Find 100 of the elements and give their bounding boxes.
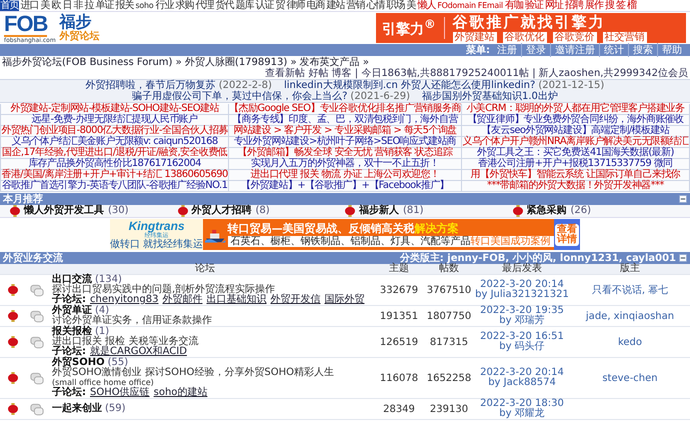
menu-link[interactable]: 搜索 (628, 43, 657, 57)
forum-link[interactable]: 出口交流 (52, 275, 92, 285)
forum-link[interactable]: 外贸单证 (52, 306, 92, 316)
forum-link[interactable]: 一起来创业 (52, 404, 102, 414)
forum-icon (30, 310, 44, 322)
forum-count: (1) (95, 327, 110, 337)
ad-slogan: 做转口 就找经纬集运 (110, 238, 204, 250)
announcement-date: (2021-12-15) (538, 80, 604, 91)
nav-link[interactable]: soho (135, 0, 154, 11)
nav-link[interactable]: 懒人 (416, 0, 436, 11)
forum-count: (55) (108, 358, 128, 368)
ad-headline: 转口贸易—美国贸易战、反倾销高关税 (228, 222, 415, 234)
announcement-link[interactable]: 外贸招聘啦，春节后万物复苏 (86, 80, 216, 91)
subforum-label: 子论坛: (52, 347, 86, 357)
menu-link[interactable]: 注册 (493, 43, 521, 57)
forum-link[interactable]: 外贸SOHO (52, 358, 105, 368)
menu-link[interactable]: 邀请注册 (550, 43, 599, 57)
collapse-icon (679, 254, 687, 262)
moderator-names[interactable]: jade, xinqiaoshan (586, 310, 674, 322)
ad-headline-highlight: 解决方案 (414, 222, 459, 234)
nav-link[interactable]: 搜 (604, 0, 614, 11)
ad-link[interactable]: 国企,17年经验,代理进出口/退税/开证/融资,安全收费低 (2, 147, 228, 158)
subforum-link[interactable]: 就是CARGOX和ACID (90, 347, 187, 357)
ad-link[interactable]: 义乌个体户开户赣州NRA离岸账户解决美元无限额结汇 (462, 136, 688, 147)
subforum-link[interactable]: 外贸邮件 (162, 295, 202, 305)
last-post-author[interactable]: by 码头仔 (499, 342, 545, 352)
nav-link[interactable]: 营销 (346, 0, 365, 11)
forum-link[interactable]: 外贸人才招聘 (192, 205, 252, 217)
nav-link[interactable]: 建站 (326, 0, 345, 11)
nav-link[interactable]: 网址 (544, 0, 564, 11)
nav-link[interactable]: 有咖 (504, 0, 524, 11)
nav-link[interactable]: 签 (615, 0, 626, 11)
ad-brand: 引擎力$^{®}$ (382, 17, 445, 39)
nav-link[interactable]: 单证 (95, 0, 114, 11)
ad-banner[interactable]: 引擎力$^{®}$ 谷歌推广就找引擎力 外贸建站 谷歌优化 谷歌竞价 社交营销 (376, 13, 686, 43)
nav-link[interactable]: 进口 (20, 0, 39, 11)
nav-link[interactable]: 榴 (626, 0, 636, 11)
ad-link[interactable]: 谷歌推广首选引擎力-英语专八团队-谷歌推广经验NO.1 (2, 180, 228, 191)
last-post-link[interactable]: 2022-3-20 18:30 (480, 399, 564, 409)
nav-link[interactable]: 欧 (51, 0, 61, 11)
moderator-names[interactable]: kedo (618, 336, 642, 348)
nav-link[interactable]: 拉 (84, 0, 94, 11)
subforum-link[interactable]: soho的建站 (154, 388, 208, 398)
nav-link[interactable]: 行业 (154, 0, 174, 11)
subforum-link[interactable]: 外贸开发信 (270, 295, 320, 305)
last-post-link[interactable]: 2022-3-20 20:14 (480, 368, 564, 378)
post-count: 1807750 (426, 310, 472, 322)
nav-link[interactable]: 代理 (194, 0, 214, 11)
nav-link[interactable]: 认证 (254, 0, 274, 11)
announcement-link[interactable]: 福步国别外贸基础知识1.0出炉 (422, 91, 558, 102)
ad-link[interactable]: 香港/美国/离岸注册+开户+审计+结汇 13860605690 (1, 169, 228, 180)
last-post-link[interactable]: 2022-3-20 20:14 (480, 280, 564, 290)
lantern-icon (8, 310, 18, 322)
last-post-link[interactable]: 2022-3-20 19:35 (480, 306, 564, 316)
logo-mark[interactable]: FOB (4, 12, 48, 36)
forum-link[interactable]: 紧急采购 (526, 205, 566, 217)
last-post-link[interactable]: 2022-3-20 16:51 (480, 332, 564, 342)
menu-link[interactable]: 统计 (599, 43, 628, 57)
menu-link[interactable]: 帮助 (657, 43, 686, 57)
last-post-author[interactable]: by 邓瑞芳 (499, 316, 545, 326)
announcement-link[interactable]: linkedin大规模限制到.cn 外贸人还能怎么使用linkedin? (284, 80, 536, 91)
forum-link[interactable]: 福步新人 (359, 205, 399, 217)
menu-label: 菜单: (466, 44, 491, 57)
forum-icon (30, 372, 44, 384)
nav-link[interactable]: 非 (73, 0, 83, 11)
post-count: 817315 (428, 336, 470, 348)
nav-link[interactable]: 货代 (214, 0, 234, 11)
forum-link[interactable]: 报关报检 (52, 327, 92, 337)
nav-link[interactable]: 律师 (286, 0, 305, 11)
nav-link[interactable]: FEmail (477, 0, 504, 11)
forum-description: 进出口报关 报检 关税等业务交流 (52, 337, 200, 347)
forum-description: 外贸SOHO激情创业 探讨SOHO经验，分享外贸SOHO精彩人生 (52, 368, 336, 378)
moderator-names[interactable]: steve-chen (602, 372, 658, 384)
forum-link[interactable]: 懒人外贸开发工具 (24, 205, 104, 217)
moderator-names[interactable]: 只看不说话, 幂七 (592, 285, 668, 296)
nav-link[interactable]: FOdomain (436, 0, 476, 11)
nav-link[interactable]: 招聘 (564, 0, 584, 11)
forum-icon (30, 336, 44, 348)
menu-link[interactable]: 登录 (521, 43, 550, 57)
last-post-author[interactable]: by Jack88574 (488, 378, 556, 388)
nav-link[interactable]: 展作 (584, 0, 604, 11)
topic-count: 126519 (378, 336, 420, 348)
nav-link[interactable]: 贸 (274, 0, 285, 11)
subforum-link[interactable]: 国际外贸 (324, 295, 364, 305)
ad-link[interactable]: 外贸热门创业项目-8000亿大数据行业-全国合伙人招募 (1, 125, 228, 136)
nav-link[interactable]: 职场 (386, 0, 405, 11)
breadcrumb[interactable]: 福步外贸论坛(FOB Business Forum) » 外贸人脉圈(1798913) » 发布英文产品 » (2, 57, 370, 68)
announcement-link[interactable]: 骗子用虚假公司下单，莫过中信保，你会上当么? (132, 91, 348, 102)
subforum-link[interactable]: 出口基础知识 (206, 295, 266, 305)
last-post-author[interactable]: by 邓耀龙 (499, 409, 545, 419)
ad-brand: Kingtrans (128, 220, 185, 232)
section-title: 外贸业务交流 (3, 251, 63, 265)
subforum-link[interactable]: SOHO供应链 (90, 388, 150, 398)
subforum-link[interactable]: chenyitong83 (90, 295, 158, 305)
nav-link[interactable]: 求购 (174, 0, 194, 11)
ad-link[interactable]: 【杰励Google SEO】专业谷歌优化排名推广营销服务商 (229, 103, 461, 114)
nav-link[interactable]: 日 (62, 0, 72, 11)
last-post-author[interactable]: by Julia321321321 (475, 290, 569, 300)
nav-link[interactable]: 验证 (524, 0, 544, 11)
nav-link[interactable]: 首页 (0, 0, 19, 11)
